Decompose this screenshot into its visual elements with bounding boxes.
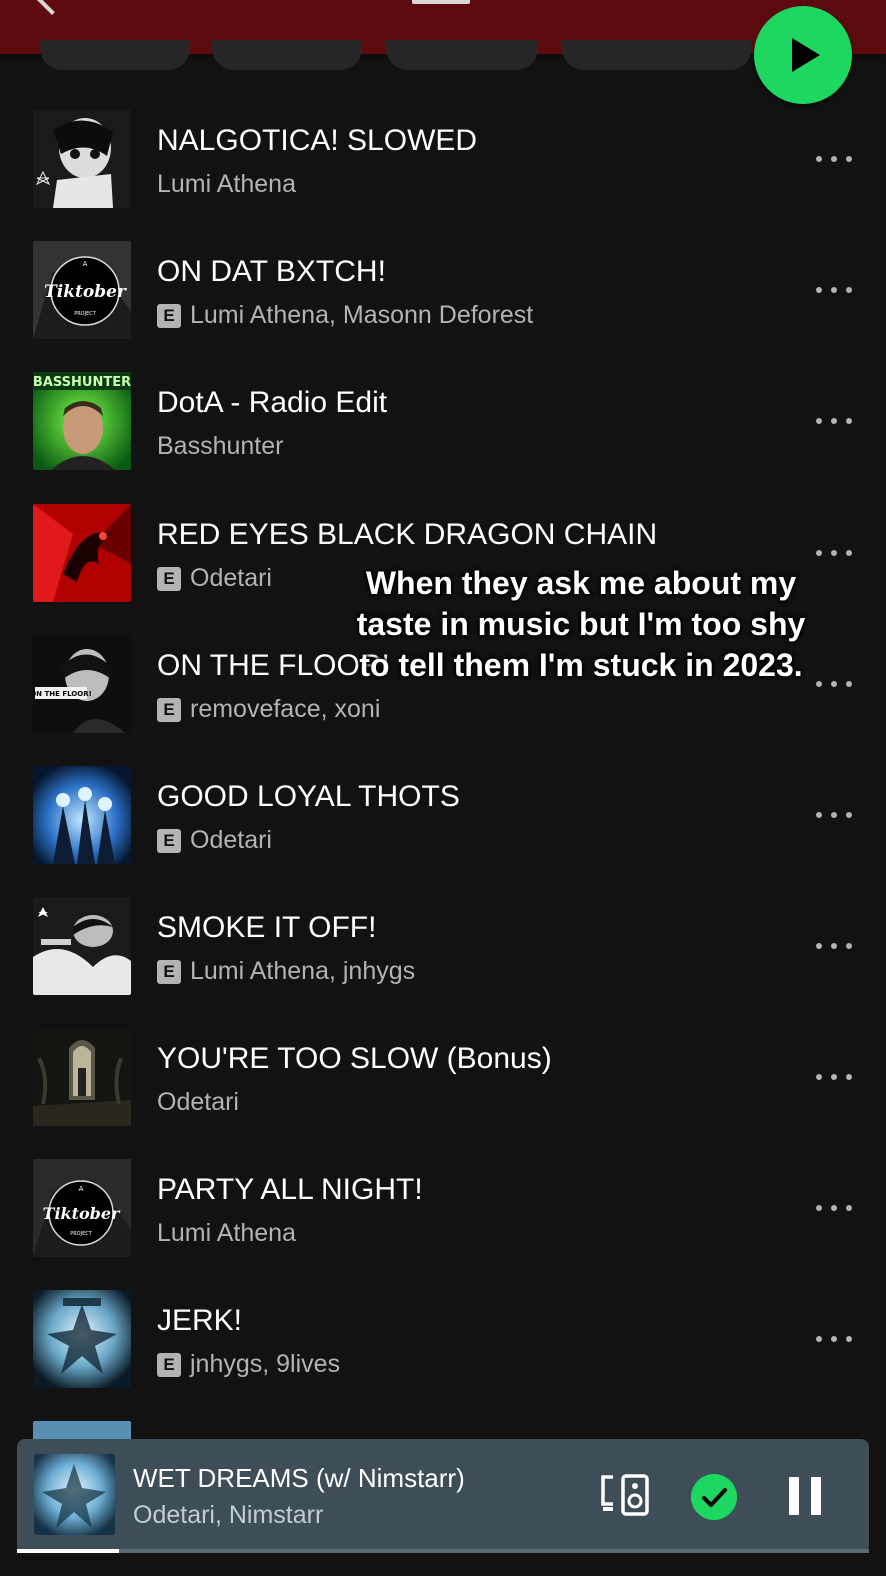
tiktober-a: A xyxy=(83,260,88,268)
track-title: ON DAT BXTCH! xyxy=(157,255,386,288)
more-options-icon[interactable] xyxy=(816,418,852,426)
playlist-title-clipped xyxy=(412,0,470,4)
album-cover xyxy=(33,1290,131,1388)
more-options-icon[interactable] xyxy=(816,1205,852,1213)
track-artist: Lumi Athena xyxy=(157,1219,296,1248)
back-arrow-icon[interactable] xyxy=(35,0,69,15)
overlay-caption: When they ask me about my taste in music… xyxy=(356,565,806,683)
explicit-badge: E xyxy=(157,959,181,984)
tiktober-project: PROJECT xyxy=(70,1231,93,1237)
track-title: GOOD LOYAL THOTS xyxy=(157,780,460,813)
album-cover xyxy=(33,504,131,602)
track-artist-label: Lumi Athena xyxy=(157,170,296,198)
album-cover xyxy=(33,110,131,208)
track-artist-label: Odetari xyxy=(190,564,272,592)
track-artist-label: jnhygs, 9lives xyxy=(190,1350,341,1378)
track-artist: Basshunter xyxy=(157,432,283,461)
track-row[interactable]: SMOKE IT OFF! E Lumi Athena, jnhygs xyxy=(0,897,886,1017)
more-options-icon[interactable] xyxy=(816,812,852,820)
track-row[interactable]: BASSHUNTER DotA - Radio Edit Basshunter xyxy=(0,372,886,492)
track-title: RED EYES BLACK DRAGON CHAIN xyxy=(157,518,658,551)
explicit-badge: E xyxy=(157,303,181,328)
track-title: JERK! xyxy=(157,1304,243,1337)
track-row[interactable]: GOOD LOYAL THOTS E Odetari xyxy=(0,766,886,886)
more-options-icon[interactable] xyxy=(816,1336,852,1344)
connect-device-icon[interactable] xyxy=(599,1474,651,1516)
tiktober-a: A xyxy=(79,1185,84,1193)
filter-chip-2[interactable] xyxy=(212,40,362,70)
track-artist: E Lumi Athena, Masonn Deforest xyxy=(157,301,533,330)
explicit-badge: E xyxy=(157,566,181,591)
track-row[interactable]: A Tiktober PROJECT ON DAT BXTCH! E Lumi … xyxy=(0,241,886,361)
album-cover: BASSHUNTER xyxy=(33,372,131,470)
playback-progress-fill xyxy=(17,1549,120,1553)
track-title: NALGOTICA! SLOWED xyxy=(157,124,478,157)
track-row[interactable]: JERK! E jnhygs, 9lives xyxy=(0,1290,886,1410)
tiktober-logo: Tiktober xyxy=(44,282,127,302)
more-options-icon[interactable] xyxy=(816,550,852,558)
track-artist: Odetari xyxy=(157,1088,239,1117)
album-cover xyxy=(33,766,131,864)
track-artist: Lumi Athena xyxy=(157,170,296,199)
play-icon xyxy=(792,38,820,72)
track-row[interactable]: NALGOTICA! SLOWED Lumi Athena xyxy=(0,110,886,230)
explicit-badge: E xyxy=(157,828,181,853)
on-the-floor-cover-text: ON THE FLOOR! xyxy=(33,690,92,698)
track-artist: E jnhygs, 9lives xyxy=(157,1350,340,1379)
track-row[interactable]: A Tiktober PROJECT PARTY ALL NIGHT! Lumi… xyxy=(0,1159,886,1279)
play-button[interactable] xyxy=(754,6,852,104)
track-row[interactable]: YOU'RE TOO SLOW (Bonus) Odetari xyxy=(0,1028,886,1148)
now-playing-title: WET DREAMS (w/ Nimstarr) xyxy=(133,1463,465,1493)
track-artist-label: Lumi Athena, jnhygs xyxy=(190,957,416,985)
more-options-icon[interactable] xyxy=(816,287,852,295)
album-cover: A Tiktober PROJECT xyxy=(33,241,131,339)
basshunter-logo: BASSHUNTER xyxy=(33,375,131,390)
more-options-icon[interactable] xyxy=(816,156,852,164)
track-title: PARTY ALL NIGHT! xyxy=(157,1173,423,1206)
filter-chip-1[interactable] xyxy=(40,40,190,70)
now-playing-bar[interactable]: WET DREAMS (w/ Nimstarr) Odetari, Nimsta… xyxy=(17,1439,869,1553)
track-title: DotA - Radio Edit xyxy=(157,386,388,419)
more-options-icon[interactable] xyxy=(816,943,852,951)
saved-check-icon[interactable] xyxy=(691,1474,737,1520)
now-playing-artist: Odetari, Nimstarr xyxy=(133,1501,324,1529)
pause-icon[interactable] xyxy=(789,1477,823,1515)
playback-progress-bar[interactable] xyxy=(17,1549,869,1553)
track-artist: E Odetari xyxy=(157,826,272,855)
album-cover: A Tiktober PROJECT xyxy=(33,1159,131,1257)
track-title: SMOKE IT OFF! xyxy=(157,911,377,944)
filter-chip-4[interactable] xyxy=(562,40,752,70)
album-cover xyxy=(33,1028,131,1126)
album-cover: ON THE FLOOR! xyxy=(33,635,131,733)
track-artist-label: removeface, xoni xyxy=(190,695,381,723)
more-options-icon[interactable] xyxy=(816,1074,852,1082)
track-artist-label: Odetari xyxy=(157,1088,239,1116)
explicit-badge: E xyxy=(157,697,181,722)
now-playing-cover xyxy=(34,1454,115,1535)
track-artist-label: Odetari xyxy=(190,826,272,854)
filter-chip-3[interactable] xyxy=(386,40,538,70)
album-cover xyxy=(33,897,131,995)
tiktober-project: PROJECT xyxy=(74,311,97,317)
track-artist-label: Basshunter xyxy=(157,432,284,460)
track-artist: E removeface, xoni xyxy=(157,695,380,724)
tiktober-logo: Tiktober xyxy=(43,1204,122,1223)
album-cover xyxy=(33,1421,131,1441)
track-artist-label: Lumi Athena, Masonn Deforest xyxy=(190,301,534,329)
track-title: YOU'RE TOO SLOW (Bonus) xyxy=(157,1042,552,1075)
explicit-badge: E xyxy=(157,1352,181,1377)
track-artist: E Lumi Athena, jnhygs xyxy=(157,957,415,986)
track-artist-label: Lumi Athena xyxy=(157,1219,296,1247)
more-options-icon[interactable] xyxy=(816,681,852,689)
track-artist: E Odetari xyxy=(157,564,272,593)
